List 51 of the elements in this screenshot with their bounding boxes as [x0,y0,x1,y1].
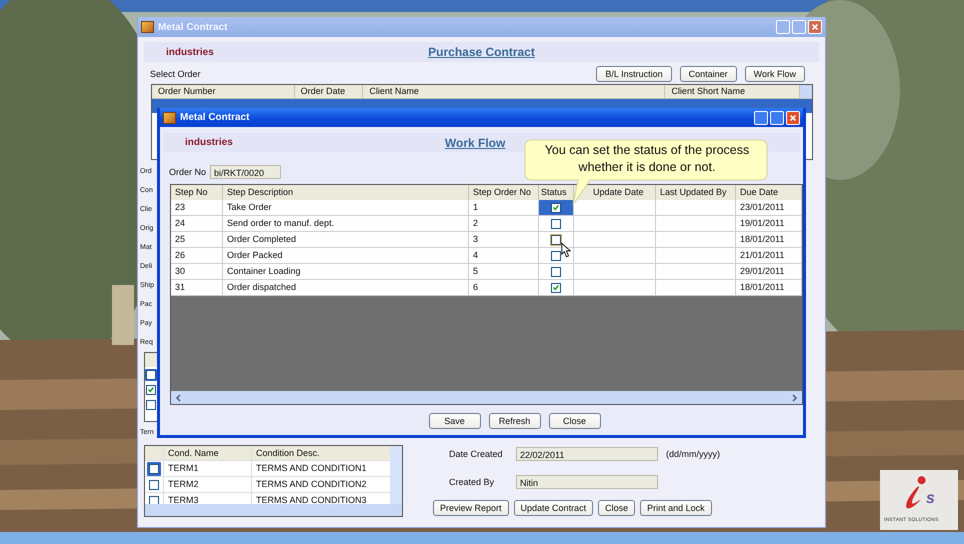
scroll-right-icon[interactable] [792,394,798,402]
table-cell: 6 [469,280,539,296]
window-title: Metal Contract [180,112,250,123]
action-button[interactable]: Update Contract [514,500,594,516]
table-cell: 31 [171,280,223,296]
app-icon [141,21,154,33]
date-created-field[interactable]: 22/02/2011 [516,446,658,460]
table-cell: TERM1 [164,461,252,476]
close-icon[interactable] [789,114,797,122]
column-header[interactable]: Client Name [363,85,666,98]
scroll-left-icon[interactable] [175,394,181,402]
table-cell-text: TERMS AND CONDITION2 [255,478,368,491]
table-cell: TERM2 [164,477,252,492]
toolbar-button[interactable]: Container [680,66,737,82]
close-button[interactable] [786,110,800,124]
horizontal-scrollbar[interactable] [171,391,802,404]
action-button[interactable]: Preview Report [433,500,509,516]
table-cell-text: TERMS AND CONDITION3 [255,494,368,507]
tooltip-text: You can set the status of the process whether it is done or not. [544,142,750,176]
created-by-label: Created By [449,476,496,486]
dialog-button[interactable]: Save [428,413,480,429]
toolbar-button[interactable]: B/L Instruction [596,66,672,82]
created-by-field[interactable]: Nitin [516,474,658,488]
company-name: industries [184,137,233,148]
company-name: industries [165,46,214,58]
window-title: Metal Contract [158,22,228,32]
app-icon [163,112,176,124]
order-no-field[interactable]: bi/RKT/0020 [210,164,282,178]
dialog-button[interactable]: Refresh [488,413,540,429]
date-created-label: Date Created [449,448,504,458]
column-header[interactable]: Order Date [294,85,364,98]
action-button[interactable]: Print and Lock [640,500,712,516]
form-heading: Purchase Contract [428,45,535,59]
select-order-label: Select Order [150,69,201,79]
minimize-button[interactable] [754,110,768,124]
order-no-label: Order No [169,166,206,176]
column-header[interactable]: Cond. Name [164,446,252,460]
table-cell: Order dispatched [223,280,469,296]
column-header[interactable]: Order Number [152,85,295,98]
toolbar-button[interactable]: Work Flow [744,66,805,82]
date-format-hint: (dd/mm/yyyy) [666,448,720,458]
table-cell: 18/01/2011 [736,280,802,296]
logo-letter: s [926,490,935,508]
table-cell-text: TERMS AND CONDITION1 [255,462,368,475]
action-button[interactable]: Close [598,500,636,516]
horizontal-scrollbar[interactable] [145,504,402,516]
column-header[interactable]: Condition Desc. [252,446,390,460]
vertical-scrollbar[interactable] [390,446,402,504]
dialog-button[interactable]: Close [548,413,600,429]
maximize-button[interactable] [770,110,784,124]
form-heading: Work Flow [444,136,506,150]
